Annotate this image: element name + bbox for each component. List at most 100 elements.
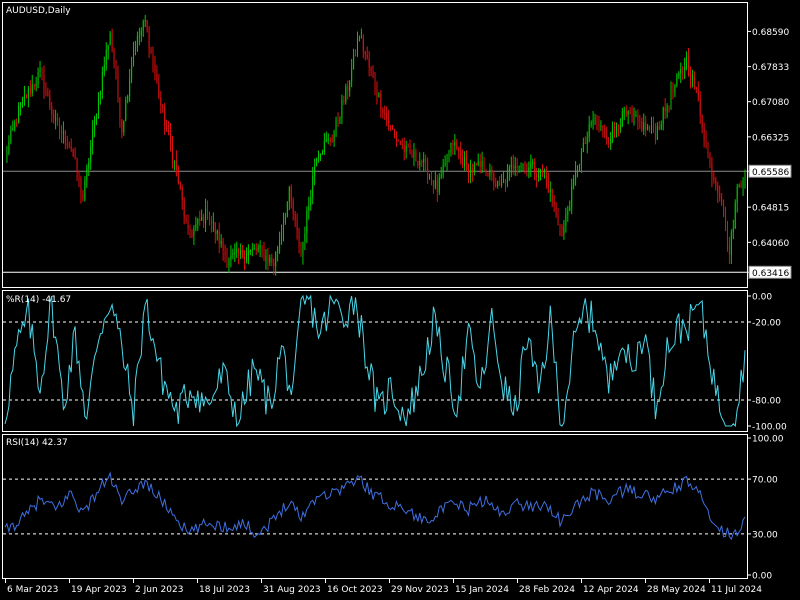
candle-body	[436, 180, 438, 193]
candle-body	[549, 189, 551, 193]
candle-body	[319, 153, 321, 156]
candle-body	[121, 119, 123, 133]
candle-body	[434, 180, 436, 187]
candle-body	[491, 168, 493, 174]
candle-body	[567, 210, 569, 215]
candle-body	[230, 254, 232, 261]
rsi-tick-label: 70.00	[752, 476, 778, 486]
candle-body	[561, 234, 563, 236]
candle-body	[321, 152, 323, 154]
candle-body	[670, 90, 672, 107]
candle-body	[23, 95, 25, 98]
candle-body	[333, 132, 335, 142]
candle-body	[526, 164, 528, 171]
candle-body	[247, 252, 249, 257]
candle-body	[259, 245, 261, 248]
candle-body	[364, 51, 366, 55]
candle-body	[64, 131, 66, 144]
price-tick-label: 0.67080	[752, 98, 789, 108]
candle-body	[524, 163, 526, 165]
candle-body	[705, 139, 707, 143]
candle-body	[448, 151, 450, 161]
price-tick-label: 0.66325	[752, 133, 789, 143]
candle-body	[460, 151, 462, 156]
candle-body	[273, 262, 275, 267]
candle-body	[113, 48, 115, 65]
candle-body	[62, 131, 64, 134]
candle-body	[238, 249, 240, 255]
candle-body	[479, 161, 481, 167]
candle-body	[117, 73, 119, 98]
candle-body	[666, 106, 668, 112]
candle-body	[590, 122, 592, 125]
candle-body	[734, 202, 736, 229]
candle-body	[6, 152, 8, 155]
candle-body	[51, 106, 53, 115]
candle-body	[652, 125, 654, 133]
candle-body	[197, 219, 199, 225]
x-tick-label: 11 Jul 2024	[711, 585, 762, 595]
candle-body	[501, 182, 503, 186]
candle-body	[693, 75, 695, 89]
candle-body	[469, 167, 471, 178]
candle-body	[399, 141, 401, 145]
candle-body	[146, 20, 148, 30]
candle-body	[715, 179, 717, 186]
x-tick-label: 28 Feb 2024	[519, 585, 575, 595]
candle-body	[170, 132, 172, 145]
candle-body	[602, 125, 604, 128]
candle-body	[596, 119, 598, 124]
candle-body	[20, 102, 22, 107]
candle-body	[60, 130, 62, 134]
candle-body	[534, 162, 536, 174]
candle-body	[532, 162, 534, 165]
candle-body	[68, 146, 70, 148]
candle-body	[314, 166, 316, 177]
candle-body	[351, 68, 353, 82]
candle-body	[267, 255, 269, 263]
candle-body	[164, 107, 166, 126]
candle-body	[392, 125, 394, 130]
candle-body	[201, 216, 203, 221]
chart-canvas: 0.68590 0.67833 0.67080 0.66325 0.65586 0.648…	[0, 0, 800, 600]
candle-body	[598, 123, 600, 127]
candle-body	[214, 222, 216, 234]
candle-body	[695, 88, 697, 90]
candle-body	[600, 125, 602, 127]
candle-body	[195, 224, 197, 228]
x-tick-label: 2 Jun 2023	[135, 585, 183, 595]
candle-body	[240, 249, 242, 255]
candle-body	[481, 161, 483, 167]
candle-body	[25, 95, 27, 98]
candle-body	[388, 118, 390, 126]
candle-body	[709, 154, 711, 164]
candle-body	[138, 35, 140, 37]
candle-body	[629, 110, 631, 115]
candle-body	[47, 92, 49, 96]
candle-body	[651, 125, 653, 130]
x-tick-label: 6 Mar 2023	[7, 585, 58, 595]
candle-body	[508, 167, 510, 171]
candle-body	[522, 163, 524, 166]
candle-body	[370, 67, 372, 72]
candle-body	[207, 208, 209, 219]
rsi-tick-label: 0.00	[752, 572, 772, 582]
candle-body	[730, 232, 732, 255]
candle-body	[263, 250, 265, 261]
candle-body	[635, 114, 637, 116]
candle-body	[290, 187, 292, 202]
x-tick-label: 28 May 2024	[647, 585, 706, 595]
candle-body	[27, 88, 29, 98]
price-tick-label: 0.68590	[752, 28, 789, 38]
candle-body	[633, 115, 635, 117]
candle-body	[440, 174, 442, 178]
candle-body	[101, 71, 103, 91]
candle-body	[575, 170, 577, 180]
candle-body	[489, 168, 491, 176]
candle-body	[569, 207, 571, 211]
candle-body	[619, 126, 621, 131]
candle-body	[719, 193, 721, 198]
candle-body	[504, 179, 506, 183]
candle-body	[395, 133, 397, 140]
candle-body	[668, 106, 670, 108]
